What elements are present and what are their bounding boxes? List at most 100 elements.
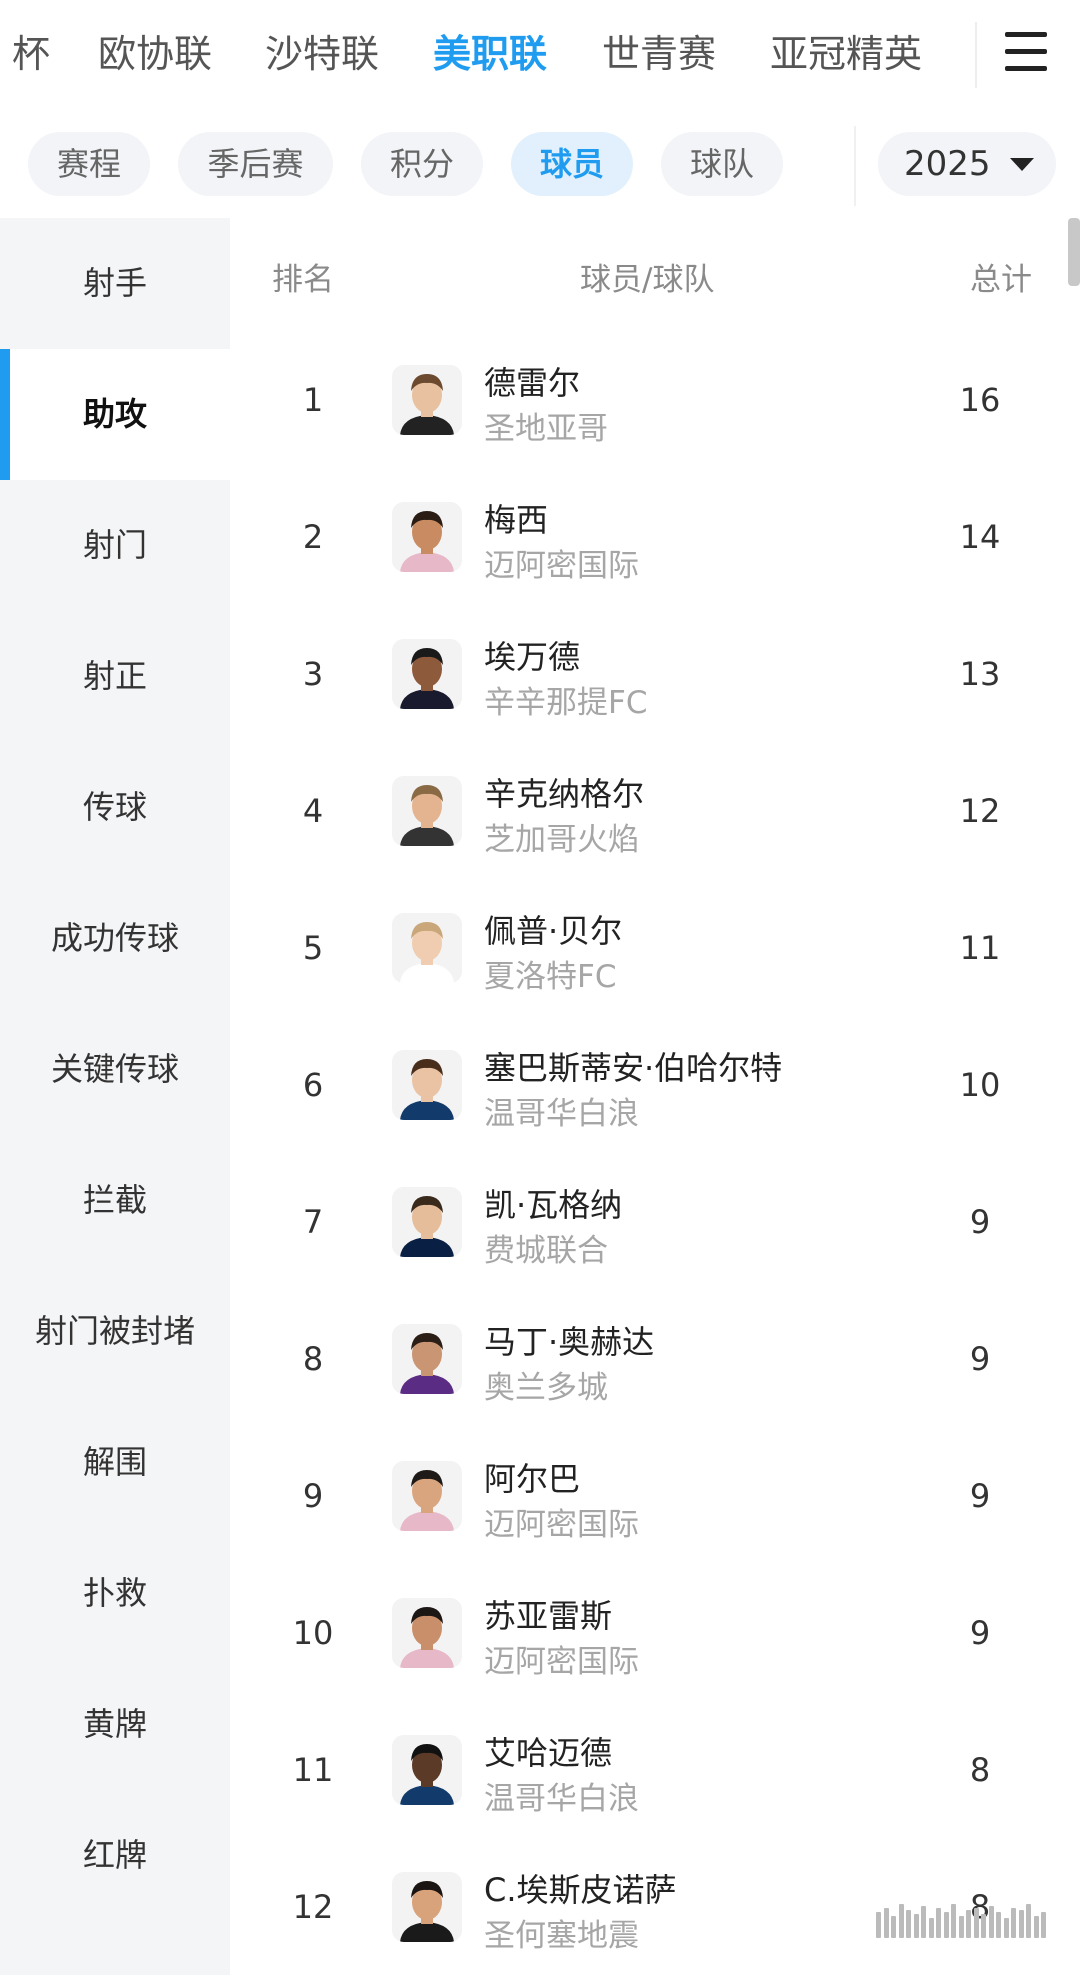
season-value: 2025 [904, 144, 991, 184]
table-row[interactable]: 9 阿尔巴 迈阿密国际 9 [230, 1428, 1080, 1565]
sidebar-item-key-passes[interactable]: 关键传球 [0, 1004, 230, 1135]
total-cell: 16 [959, 381, 1001, 419]
player-avatar[interactable] [392, 1872, 462, 1942]
pill-teams[interactable]: 球队 [661, 132, 783, 196]
sidebar-item-assists[interactable]: 助攻 [0, 349, 230, 480]
team-name[interactable]: 辛辛那提FC [484, 677, 647, 722]
player-name[interactable]: 阿尔巴 [484, 1454, 580, 1500]
sidebar-item-accurate-passes[interactable]: 成功传球 [0, 873, 230, 1004]
table-row[interactable]: 3 埃万德 辛辛那提FC 13 [230, 606, 1080, 743]
pill-standings[interactable]: 积分 [361, 132, 483, 196]
tab-saudi-league[interactable]: 沙特联 [265, 28, 379, 80]
rank-cell: 5 [302, 929, 324, 967]
team-name[interactable]: 迈阿密国际 [484, 540, 639, 585]
team-name[interactable]: 温哥华白浪 [484, 1773, 639, 1818]
total-cell: 9 [969, 1614, 991, 1652]
sidebar-item-shots[interactable]: 射门 [0, 480, 230, 611]
rank-cell: 7 [302, 1203, 324, 1241]
header-player-team: 球员/球队 [580, 262, 715, 298]
player-avatar[interactable] [392, 1598, 462, 1668]
table-row[interactable]: 7 凯·瓦格纳 费城联合 9 [230, 1154, 1080, 1291]
player-name[interactable]: 辛克纳格尔 [484, 769, 644, 815]
sidebar-item-label: 助攻 [82, 395, 147, 433]
sidebar-item-interceptions[interactable]: 拦截 [0, 1135, 230, 1266]
tab-youth-worlds[interactable]: 世青赛 [602, 28, 716, 80]
watermark-logo [876, 1902, 1052, 1946]
sub-tab-divider [854, 126, 856, 206]
stat-category-sidebar: 射手 助攻 射门 射正 传球 成功传球 关键传球 拦截 射门被封堵 解围 扑救 … [0, 218, 230, 1975]
team-name[interactable]: 圣地亚哥 [484, 403, 608, 448]
team-name[interactable]: 迈阿密国际 [484, 1636, 639, 1681]
sidebar-item-yellow-cards[interactable]: 黄牌 [0, 1659, 230, 1790]
table-row[interactable]: 8 马丁·奥赫达 奥兰多城 9 [230, 1291, 1080, 1428]
player-name[interactable]: 德雷尔 [484, 358, 580, 404]
hamburger-menu-icon[interactable] [1005, 32, 1049, 72]
player-name[interactable]: 梅西 [484, 495, 548, 541]
sidebar-item-blocked-shots[interactable]: 射门被封堵 [0, 1266, 230, 1397]
player-avatar[interactable] [392, 1187, 462, 1257]
player-avatar[interactable] [392, 1461, 462, 1531]
total-cell: 8 [969, 1751, 991, 1789]
player-avatar[interactable] [392, 1735, 462, 1805]
team-name[interactable]: 温哥华白浪 [484, 1088, 639, 1133]
table-row[interactable]: 6 塞巴斯蒂安·伯哈尔特 温哥华白浪 10 [230, 1017, 1080, 1154]
team-name[interactable]: 迈阿密国际 [484, 1499, 639, 1544]
table-row[interactable]: 11 艾哈迈德 温哥华白浪 8 [230, 1702, 1080, 1839]
stats-sub-tabs: 赛程 季后赛 积分 球员 球队 2025 [0, 118, 1080, 210]
total-cell: 14 [959, 518, 1001, 556]
rank-cell: 2 [302, 518, 324, 556]
player-avatar[interactable] [392, 913, 462, 983]
header-total: 总计 [970, 262, 1032, 298]
player-name[interactable]: 埃万德 [484, 632, 580, 678]
pill-playoffs[interactable]: 季后赛 [178, 132, 333, 196]
player-name[interactable]: 马丁·奥赫达 [484, 1317, 654, 1363]
pill-schedule[interactable]: 赛程 [28, 132, 150, 196]
player-name[interactable]: C.埃斯皮诺萨 [484, 1865, 677, 1911]
player-name[interactable]: 凯·瓦格纳 [484, 1180, 622, 1226]
player-avatar[interactable] [392, 776, 462, 846]
team-name[interactable]: 费城联合 [484, 1225, 608, 1270]
rank-cell: 9 [302, 1477, 324, 1515]
tab-mls[interactable]: 美职联 [433, 28, 547, 80]
tab-uecl[interactable]: 欧协联 [98, 28, 212, 80]
rank-cell: 6 [302, 1066, 324, 1104]
team-name[interactable]: 夏洛特FC [484, 951, 616, 996]
player-name[interactable]: 苏亚雷斯 [484, 1591, 612, 1637]
sidebar-item-shots-on-target[interactable]: 射正 [0, 611, 230, 742]
rank-cell: 3 [302, 655, 324, 693]
team-name[interactable]: 芝加哥火焰 [484, 814, 639, 859]
table-row[interactable]: 5 佩普·贝尔 夏洛特FC 11 [230, 880, 1080, 1017]
rank-cell: 1 [302, 381, 324, 419]
player-name[interactable]: 塞巴斯蒂安·伯哈尔特 [484, 1043, 782, 1089]
total-cell: 13 [959, 655, 1001, 693]
scrollbar-thumb[interactable] [1068, 218, 1080, 286]
tab-league-partial[interactable]: 杯 [12, 28, 50, 80]
total-cell: 10 [959, 1066, 1001, 1104]
team-name[interactable]: 圣何塞地震 [484, 1910, 639, 1955]
header-rank: 排名 [272, 262, 334, 298]
sidebar-item-saves[interactable]: 扑救 [0, 1528, 230, 1659]
tab-acl-elite[interactable]: 亚冠精英 [770, 28, 922, 80]
player-avatar[interactable] [392, 502, 462, 572]
table-row[interactable]: 2 梅西 迈阿密国际 14 [230, 469, 1080, 606]
sidebar-item-clearances[interactable]: 解围 [0, 1397, 230, 1528]
pill-players[interactable]: 球员 [511, 132, 633, 196]
total-cell: 12 [959, 792, 1001, 830]
total-cell: 9 [969, 1477, 991, 1515]
team-name[interactable]: 奥兰多城 [484, 1362, 608, 1407]
player-avatar[interactable] [392, 639, 462, 709]
player-avatar[interactable] [392, 1324, 462, 1394]
sidebar-item-red-cards[interactable]: 红牌 [0, 1790, 230, 1921]
season-select[interactable]: 2025 [878, 132, 1056, 196]
sidebar-item-goals[interactable]: 射手 [0, 218, 230, 349]
table-row[interactable]: 4 辛克纳格尔 芝加哥火焰 12 [230, 743, 1080, 880]
player-name[interactable]: 佩普·贝尔 [484, 906, 622, 952]
active-indicator [0, 349, 10, 480]
caret-down-icon [1010, 158, 1034, 171]
sidebar-item-passes[interactable]: 传球 [0, 742, 230, 873]
player-name[interactable]: 艾哈迈德 [484, 1728, 612, 1774]
table-row[interactable]: 1 德雷尔 圣地亚哥 16 [230, 332, 1080, 469]
table-row[interactable]: 10 苏亚雷斯 迈阿密国际 9 [230, 1565, 1080, 1702]
player-avatar[interactable] [392, 365, 462, 435]
player-avatar[interactable] [392, 1050, 462, 1120]
